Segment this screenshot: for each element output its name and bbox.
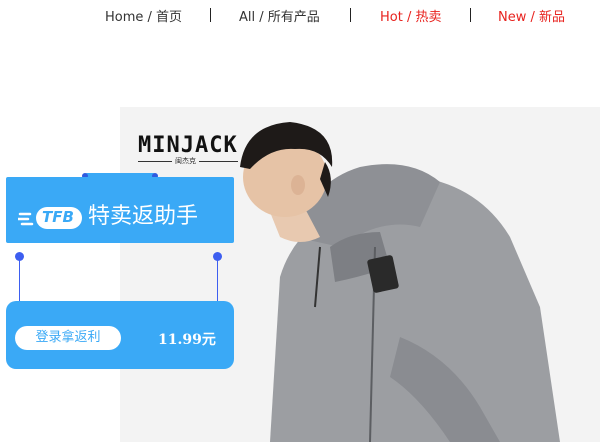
nav-hot[interactable]: Hot / 热卖 [380,6,441,25]
login-rebate-button[interactable]: 登录拿返利 [15,326,121,350]
rebate-widget: TFB 特卖返助手 登录拿返利 11.99元 [6,173,234,370]
nav-divider [210,8,211,22]
nav-divider [470,8,471,22]
connector-line [19,259,20,301]
nav-home[interactable]: Home / 首页 [105,6,182,25]
connector-line [217,259,218,301]
top-nav: Home / 首页 All / 所有产品 Hot / 热卖 New / 新品 [0,0,600,30]
rebate-panel: 登录拿返利 11.99元 [6,301,234,369]
widget-header[interactable]: TFB 特卖返助手 [6,177,234,243]
nav-new[interactable]: New / 新品 [498,6,565,25]
nav-all-products[interactable]: All / 所有产品 [239,6,320,25]
widget-title: 特卖返助手 [88,204,199,229]
rebate-price: 11.99元 [158,332,216,348]
tfb-logo-text: TFB [42,208,74,226]
nav-divider [350,8,351,22]
